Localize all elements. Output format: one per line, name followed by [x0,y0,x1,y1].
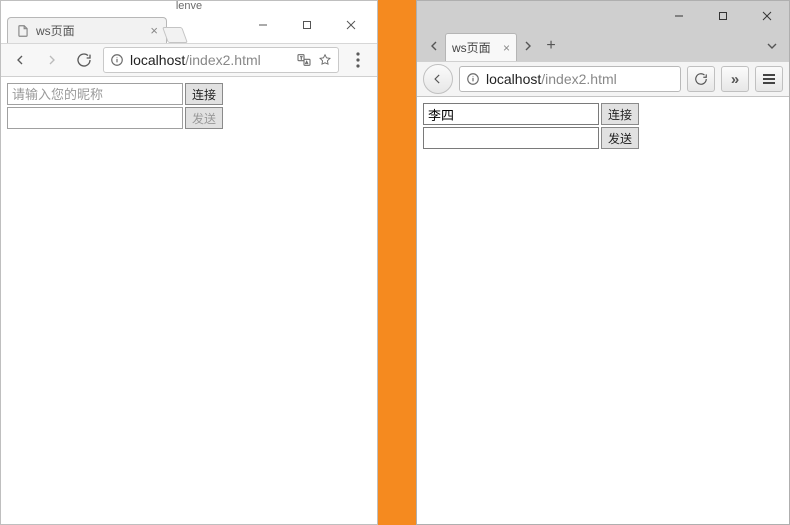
page-content: 连接 发送 [1,77,377,524]
browser-tab[interactable]: ws页面 × [7,17,167,43]
tab-close-icon[interactable]: × [150,24,158,37]
window-divider [378,0,416,525]
send-button[interactable]: 发送 [601,127,639,149]
overflow-button[interactable]: » [721,66,749,92]
translate-icon[interactable] [296,52,312,68]
window-minimize-button[interactable] [241,15,285,35]
message-input[interactable] [423,127,599,149]
url-text: localhost/index2.html [486,71,674,87]
window-minimize-button[interactable] [657,2,701,30]
titlebar: ws页面 × [1,15,377,43]
address-bar[interactable]: localhost/index2.html [103,47,339,73]
all-tabs-button[interactable] [761,31,783,61]
url-text: localhost/index2.html [130,52,290,68]
message-row: 发送 [423,127,783,149]
site-info-icon[interactable] [466,72,480,86]
window-controls [657,2,789,30]
url-host: localhost [130,52,185,68]
message-input[interactable] [7,107,183,129]
url-path: /index2.html [185,52,260,68]
connect-button[interactable]: 连接 [185,83,223,105]
url-host: localhost [486,71,541,87]
back-button[interactable] [423,64,453,94]
forward-button[interactable] [39,47,65,73]
address-bar[interactable]: localhost/index2.html [459,66,681,92]
toolbar: localhost/index2.html [1,43,377,77]
nickname-input[interactable] [7,83,183,105]
browser-menu-button[interactable] [755,66,783,92]
reload-button[interactable] [687,66,715,92]
message-row: 发送 [7,107,371,129]
tablist-scroll-right-button[interactable] [517,31,539,61]
titlebar-strip: lenve [1,1,377,15]
new-tab-button[interactable]: + [539,31,563,61]
tabbar: ws页面 × + [417,31,789,61]
tabstrip: ws页面 × [1,15,241,43]
nickname-row: 连接 [423,103,783,125]
window-controls [241,15,377,43]
new-tab-slot [165,19,191,43]
titlebar [417,1,789,31]
window-maximize-button[interactable] [285,15,329,35]
tablist-scroll-left-button[interactable] [423,31,445,61]
nickname-input[interactable] [423,103,599,125]
window-maximize-button[interactable] [701,2,745,30]
connect-button[interactable]: 连接 [601,103,639,125]
site-info-icon[interactable] [110,53,124,67]
browser-window-right: ws页面 × + localhost/index2.html » [416,0,790,525]
url-path: /index2.html [541,71,616,87]
tab-title: ws页面 [36,22,144,39]
browser-window-left: lenve ws页面 × [0,0,378,525]
back-button[interactable] [7,47,33,73]
tab-close-icon[interactable]: × [503,41,510,55]
toolbar: localhost/index2.html » [417,61,789,97]
send-button[interactable]: 发送 [185,107,223,129]
bookmark-star-icon[interactable] [318,53,332,67]
window-close-button[interactable] [329,15,373,35]
page-content: 连接 发送 [417,97,789,524]
nickname-row: 连接 [7,83,371,105]
page-file-icon [16,24,30,38]
browser-menu-button[interactable] [345,47,371,73]
reload-button[interactable] [71,47,97,73]
window-close-button[interactable] [745,2,789,30]
tab-title: ws页面 [452,39,499,56]
browser-tab[interactable]: ws页面 × [445,33,517,61]
os-username-label: lenve [176,0,202,12]
